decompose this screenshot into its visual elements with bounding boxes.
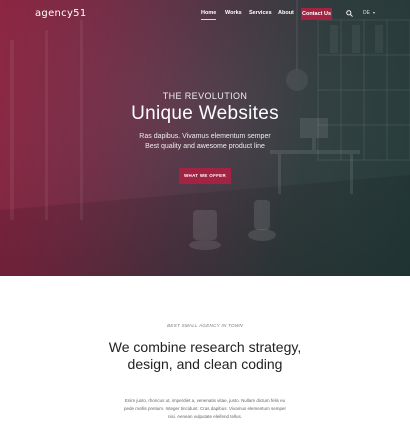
contact-us-button[interactable]: Contact Us bbox=[301, 8, 332, 20]
chevron-down-icon: ▾ bbox=[372, 10, 375, 15]
hero-section: agency51 Home Works Services About Conta… bbox=[0, 0, 410, 276]
brand-logo[interactable]: agency51 bbox=[35, 8, 87, 19]
nav-item-about[interactable]: About bbox=[278, 10, 294, 16]
search-icon[interactable] bbox=[346, 10, 353, 17]
nav-item-home[interactable]: Home bbox=[201, 10, 217, 20]
nav-item-services[interactable]: Services bbox=[249, 10, 272, 16]
what-we-offer-button[interactable]: WHAT WE OFFER bbox=[179, 168, 231, 184]
nav-item-works[interactable]: Works bbox=[225, 10, 242, 16]
hero-title: Unique Websites bbox=[131, 103, 279, 124]
hero-subtitle-line1: Ras dapibus. Vivamus elementum semper bbox=[139, 133, 271, 140]
language-label: DE bbox=[363, 10, 370, 16]
about-body-text: Enim justo, rhoncus ut, imperdiet a, ven… bbox=[124, 398, 286, 419]
about-title: We combine research strategy, design, an… bbox=[108, 339, 302, 372]
about-eyebrow: BEST SMALL AGENCY IN TOWN bbox=[167, 323, 243, 328]
top-navigation: agency51 Home Works Services About Conta… bbox=[0, 0, 410, 28]
hero-eyebrow: THE REVOLUTION bbox=[162, 91, 248, 101]
hero-subtitle-line2: Best quality and awesome product line bbox=[145, 143, 265, 150]
language-selector[interactable]: DE ▾ bbox=[363, 10, 375, 16]
